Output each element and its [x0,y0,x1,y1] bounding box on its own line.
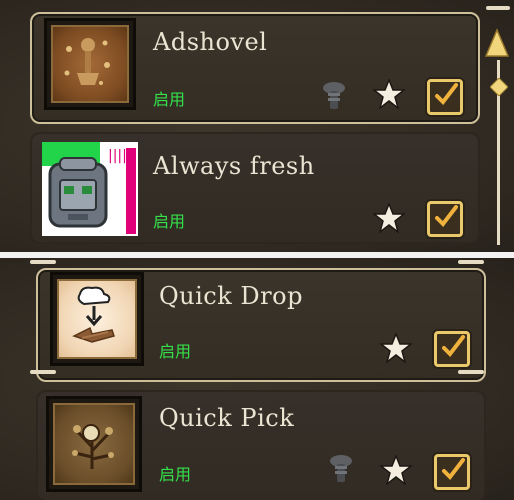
enable-checkbox[interactable] [427,79,463,115]
panel-corner-ornament [30,370,56,374]
scroll-up-icon[interactable] [484,28,510,58]
mod-thumbnail [50,272,144,366]
drop-arrow-icon [72,286,115,343]
checkmark-icon [442,458,465,481]
server-mod-icon [323,82,345,109]
mod-title: Adshovel [153,28,268,56]
mod-title: Quick Drop [159,282,303,310]
panel-corner-ornament [458,260,484,264]
scrollbar-thumb[interactable] [490,78,508,96]
checkmark-icon [442,335,465,358]
favorite-star-icon[interactable] [373,203,405,233]
enable-checkbox[interactable] [434,454,470,490]
mod-status: 启用 [153,212,186,231]
panel-corner-ornament [458,370,484,374]
favorite-star-icon[interactable] [380,455,412,485]
panel-corner-ornament [486,6,510,10]
mod-status: 启用 [159,465,192,484]
shovel-icon [64,38,110,85]
mod-list-panel-top: Adshovel 启用 |||| Always fresh 启用 [0,0,514,252]
favorite-star-icon[interactable] [380,333,412,363]
enable-checkbox[interactable] [434,331,470,367]
mod-title: Quick Pick [159,404,295,432]
mod-thumbnail [44,18,136,110]
berry-bush-icon [72,424,114,469]
mod-status: 启用 [153,90,186,109]
mod-thumbnail: |||| [42,142,138,236]
checkmark-icon [435,205,458,228]
panel-corner-ornament [30,260,56,264]
mod-thumbnail [46,396,142,492]
backpack-icon [48,157,108,228]
checkmark-icon [435,83,458,106]
enable-checkbox[interactable] [427,201,463,237]
mod-title: Always fresh [153,152,315,180]
favorite-star-icon[interactable] [373,79,405,109]
server-mod-icon [330,455,352,482]
mod-status: 启用 [159,342,192,361]
mod-list-panel-bottom: Quick Drop 启用 Quick Pick 启用 [0,258,514,500]
